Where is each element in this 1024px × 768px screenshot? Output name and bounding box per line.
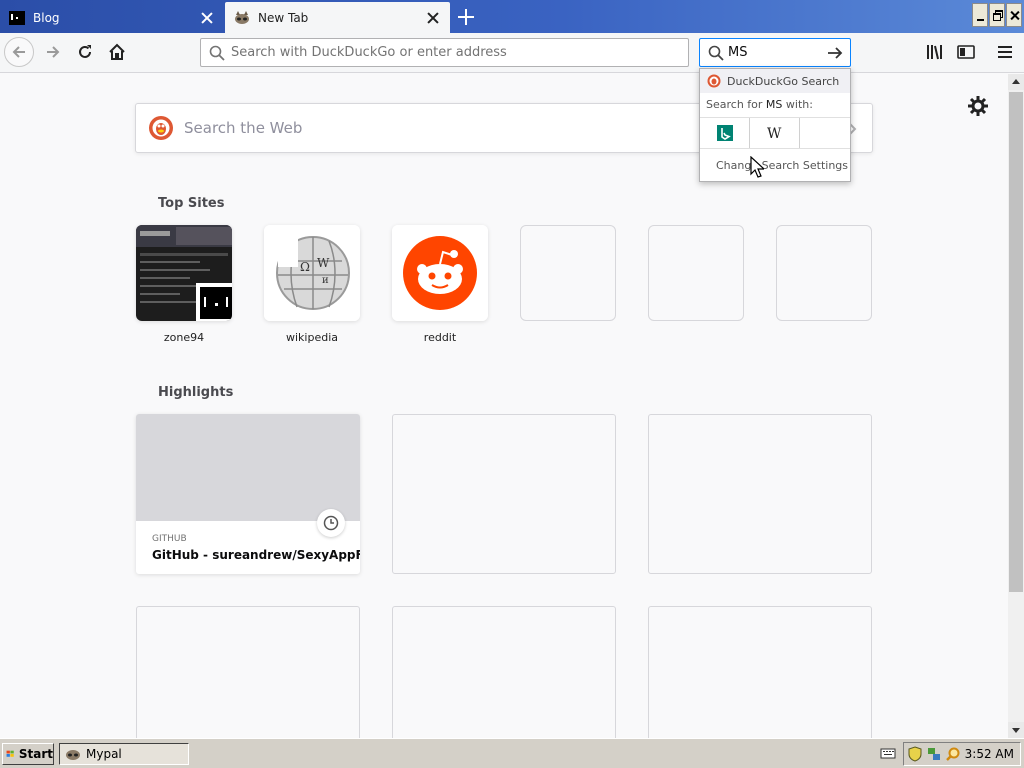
top-site-label[interactable]: wikipedia: [252, 331, 372, 344]
wikipedia-icon: W: [767, 126, 782, 141]
wikipedia-engine-button[interactable]: W: [750, 118, 800, 148]
search-icon: [209, 45, 225, 61]
highlight-card-empty: [648, 606, 872, 738]
restore-button[interactable]: [989, 3, 1005, 27]
sidebar-icon: [957, 45, 975, 59]
home-icon: [109, 43, 125, 60]
clock-icon: [317, 509, 345, 537]
address-bar[interactable]: [200, 38, 689, 67]
popup-engine-name: DuckDuckGo Search: [727, 74, 840, 88]
search-for-prefix: Search for: [706, 98, 766, 111]
library-icon: [927, 45, 942, 60]
scroll-thumb[interactable]: [1009, 92, 1023, 592]
close-icon[interactable]: [200, 11, 214, 25]
back-button[interactable]: [4, 37, 34, 67]
taskbar-item-label: Mypal: [86, 747, 122, 761]
forward-arrow-icon: [47, 46, 60, 58]
top-site-tile-empty[interactable]: [776, 225, 872, 321]
highlight-card-empty: [392, 606, 616, 738]
search-go-arrow-icon[interactable]: [824, 42, 846, 64]
keyboard-icon[interactable]: [880, 746, 896, 760]
svg-text:Ω: Ω: [300, 260, 310, 274]
tab-new-tab[interactable]: New Tab: [225, 2, 450, 33]
back-arrow-icon: [12, 46, 25, 58]
tab-strip: Blog New Tab: [0, 0, 1024, 33]
sidebar-button[interactable]: [951, 37, 981, 67]
clock-time: 3:52 AM: [964, 747, 1014, 761]
navigation-toolbar: [0, 33, 1024, 73]
tab-title: New Tab: [258, 10, 309, 25]
highlights-heading: Highlights: [158, 385, 234, 400]
forward-button[interactable]: [38, 37, 68, 67]
popup-engine-list: W: [700, 117, 850, 149]
hamburger-menu-icon: [998, 46, 1012, 58]
reddit-icon: [392, 225, 488, 321]
highlight-card-empty: [648, 414, 872, 574]
start-label: Start: [18, 747, 53, 761]
system-tray: 3:52 AM: [903, 742, 1021, 766]
duckduckgo-logo-icon: [707, 74, 721, 88]
search-for-suffix: with:: [782, 98, 813, 111]
svg-text:W: W: [317, 256, 330, 270]
mouse-cursor-icon: [750, 156, 764, 178]
taskbar-item-mypal[interactable]: Mypal: [59, 743, 189, 765]
shield-icon[interactable]: [907, 746, 923, 762]
top-site-tile-empty[interactable]: [648, 225, 744, 321]
svg-text:W: W: [767, 126, 782, 141]
top-sites-heading: Top Sites: [158, 196, 225, 211]
wikipedia-globe-icon: Ω W и: [264, 225, 360, 321]
scroll-up-arrow-icon[interactable]: [1008, 74, 1024, 90]
page-scrollbar[interactable]: [1008, 74, 1024, 738]
minimize-button[interactable]: [972, 3, 988, 27]
zone94-thumbnail: [136, 225, 232, 321]
screen: Blog New Tab Search with DuckDuckGo or e…: [0, 0, 1024, 768]
close-window-button[interactable]: [1006, 3, 1022, 27]
network-icon[interactable]: [926, 746, 942, 762]
scroll-down-arrow-icon[interactable]: [1008, 722, 1024, 738]
top-site-tile-wikipedia[interactable]: Ω W и: [264, 225, 360, 321]
highlight-card-empty: [392, 414, 616, 574]
raccoon-favicon-icon: [234, 10, 250, 26]
popup-search-for-text: Search for MS with:: [706, 98, 813, 111]
address-input[interactable]: [231, 40, 688, 65]
bing-icon: [716, 125, 733, 141]
gear-icon[interactable]: [966, 94, 990, 118]
start-button[interactable]: Start: [2, 743, 54, 765]
card-title: GitHub - sureandrew/SexyAppF...: [152, 548, 360, 562]
card-preview-image: [136, 414, 360, 521]
search-bar[interactable]: [699, 38, 851, 67]
library-button[interactable]: [920, 37, 950, 67]
reload-icon: [79, 45, 91, 58]
raccoon-app-icon: [66, 750, 80, 760]
windows-flag-icon: [6, 750, 14, 757]
magnifier-icon[interactable]: [945, 746, 961, 762]
close-icon[interactable]: [426, 11, 440, 25]
change-search-settings-link[interactable]: Change Search Settings: [716, 159, 848, 172]
new-tab-plus-icon[interactable]: [456, 7, 476, 27]
tab-blog[interactable]: Blog: [0, 2, 224, 33]
highlight-card-github[interactable]: GITHUB GitHub - sureandrew/SexyAppF...: [136, 414, 360, 574]
duckduckgo-logo-icon: [149, 116, 173, 140]
search-icon: [708, 45, 724, 61]
home-button[interactable]: [102, 37, 132, 67]
blog-favicon-icon: [9, 10, 25, 26]
highlight-card-empty: [136, 606, 360, 738]
top-site-tile-zone94[interactable]: [136, 225, 232, 321]
search-input[interactable]: [728, 45, 816, 60]
new-tab-page: Top Sites: [0, 74, 1008, 738]
top-site-label[interactable]: reddit: [380, 331, 500, 344]
menu-button[interactable]: [990, 37, 1020, 67]
reload-button[interactable]: [70, 37, 100, 67]
tab-title: Blog: [33, 10, 60, 25]
taskbar: Start Mypal 3:52 AM: [0, 738, 1024, 768]
svg-text:и: и: [322, 275, 329, 286]
search-term: MS: [765, 98, 783, 111]
card-host: GITHUB: [152, 534, 187, 544]
top-site-tile-reddit[interactable]: [392, 225, 488, 321]
top-site-label[interactable]: zone94: [124, 331, 244, 344]
popup-duckduckgo-search[interactable]: DuckDuckGo Search: [700, 69, 850, 93]
top-site-tile-empty[interactable]: [520, 225, 616, 321]
bing-engine-button[interactable]: [700, 118, 750, 148]
search-suggestions-popup: DuckDuckGo Search Search for MS with: W …: [699, 68, 851, 182]
